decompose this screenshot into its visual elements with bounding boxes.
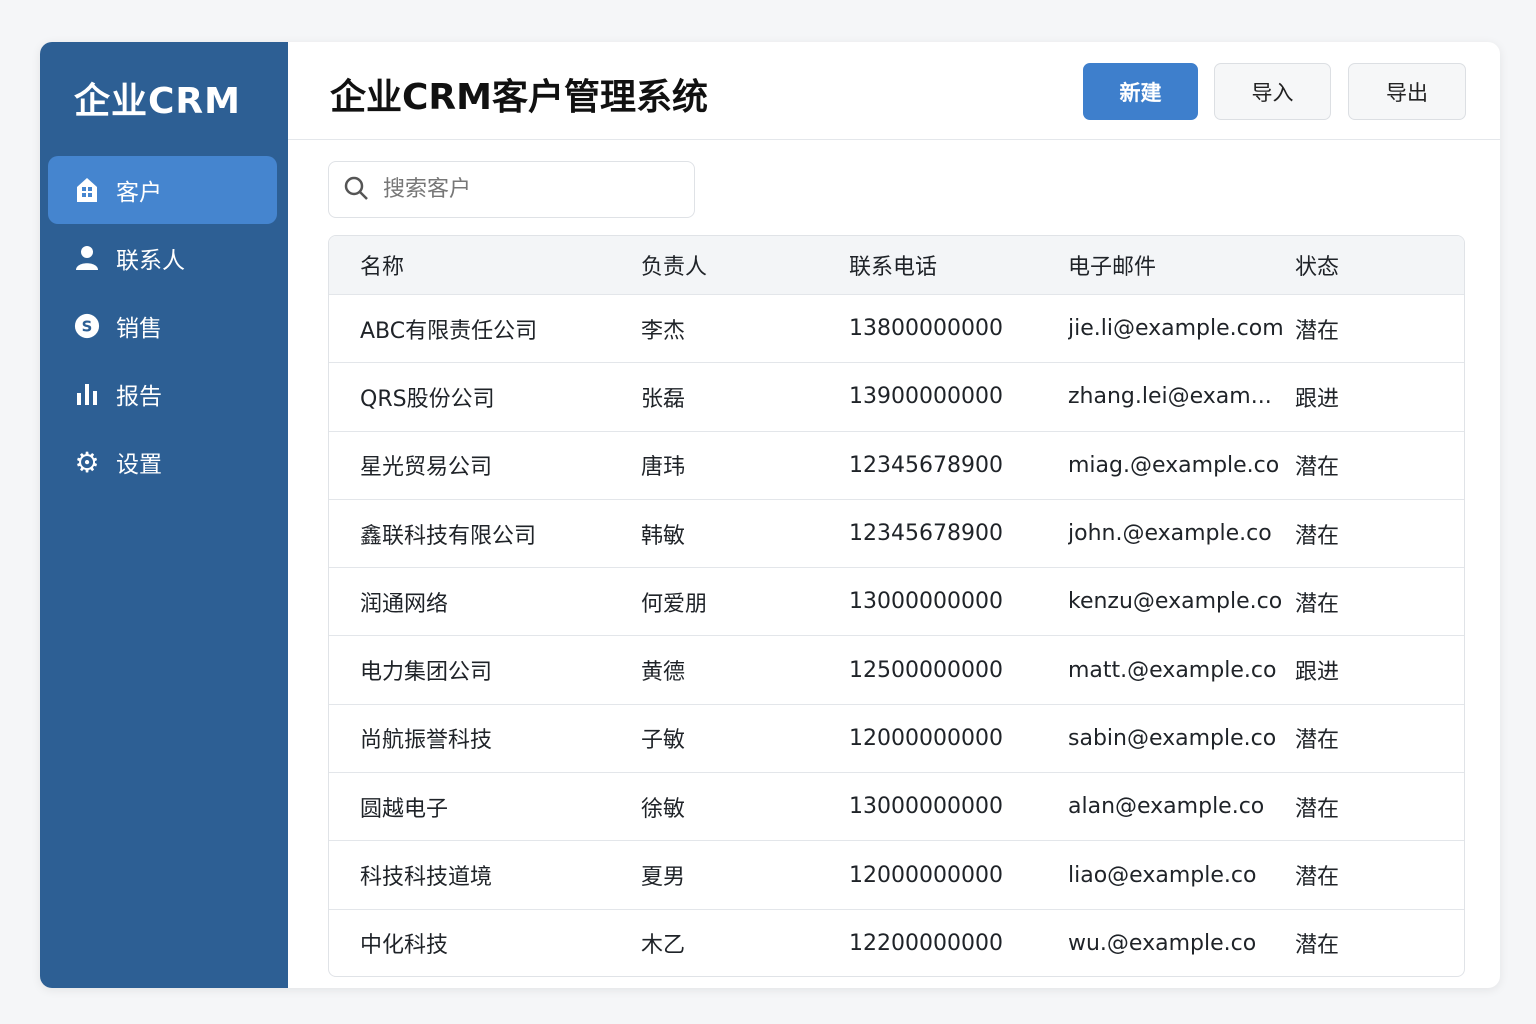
- user-icon: [74, 245, 100, 271]
- cell-phone: 12000000000: [849, 725, 1003, 751]
- sidebar-item-settings[interactable]: ⚙ 设置: [48, 428, 277, 496]
- cell-email: matt.@example.co: [1068, 657, 1277, 683]
- column-header-phone[interactable]: 联系电话: [849, 249, 1068, 281]
- cell-email: zhang.lei@exam...: [1068, 384, 1272, 410]
- gear-icon: ⚙: [74, 445, 100, 479]
- cell-phone: 12200000000: [849, 930, 1003, 956]
- cell-email: alan@example.co: [1068, 794, 1265, 820]
- sidebar-item-label: 销售: [116, 316, 162, 342]
- cell-status: 潜在: [1295, 318, 1340, 344]
- cell-name: 润通网络: [360, 591, 449, 617]
- import-button[interactable]: 导入: [1214, 63, 1331, 120]
- cell-name: 中化科技: [360, 933, 449, 959]
- cell-name: 鑫联科技有限公司: [360, 523, 537, 549]
- cell-name: 圆越电子: [360, 796, 449, 822]
- svg-text:S: S: [82, 318, 93, 336]
- export-button[interactable]: 导出: [1348, 63, 1466, 120]
- column-header-owner[interactable]: 负责人: [641, 249, 849, 281]
- sidebar-item-label: 客户: [116, 180, 162, 206]
- sidebar-item-contacts[interactable]: 联系人: [48, 224, 277, 292]
- cell-owner: 夏男: [641, 865, 686, 891]
- cell-phone: 13000000000: [849, 794, 1003, 820]
- app-window: 企业CRM 客户 联系人 S 销售 报告 ⚙ 设置 企业CRM客户管理系统 新建…: [40, 42, 1500, 988]
- cell-name: QRS股份公司: [360, 386, 495, 412]
- cell-email: miag.@example.co: [1068, 452, 1280, 478]
- sidebar-item-reports[interactable]: 报告: [48, 360, 277, 428]
- column-header-email[interactable]: 电子邮件: [1068, 249, 1295, 281]
- sidebar-item-sales[interactable]: S 销售: [48, 292, 277, 360]
- cell-name: ABC有限责任公司: [360, 318, 538, 344]
- cell-name: 尚航振誉科技: [360, 728, 493, 754]
- column-header-status[interactable]: 状态: [1295, 249, 1339, 281]
- cell-phone: 12345678900: [849, 521, 1003, 547]
- cell-phone: 12000000000: [849, 862, 1003, 888]
- table-row[interactable]: 圆越电子 徐敏 13000000000 alan@example.co 潜在: [329, 772, 1464, 840]
- cell-owner: 黄德: [641, 660, 686, 686]
- header: 企业CRM客户管理系统 新建 导入 导出: [288, 42, 1500, 140]
- cell-email: john.@example.co: [1068, 521, 1272, 547]
- cell-status: 潜在: [1295, 455, 1340, 481]
- cell-phone: 12345678900: [849, 452, 1003, 478]
- table-row[interactable]: 尚航振誉科技 子敏 12000000000 sabin@example.co 潜在: [329, 703, 1464, 772]
- cell-owner: 韩敏: [641, 523, 686, 549]
- cell-status: 跟进: [1295, 660, 1340, 686]
- table-row[interactable]: 电力集团公司 黄德 12500000000 matt.@example.co 跟进: [329, 635, 1464, 703]
- table-row[interactable]: 科技科技道境 夏男 12000000000 liao@example.co 潜在: [329, 840, 1464, 908]
- cell-status: 潜在: [1295, 523, 1340, 549]
- cell-owner: 张磊: [641, 386, 686, 412]
- cell-email: kenzu@example.co: [1068, 589, 1283, 615]
- building-icon: [74, 177, 100, 203]
- table-row[interactable]: 星光贸易公司 唐玮 12345678900 miag.@example.co 潜在: [329, 430, 1464, 499]
- sidebar-nav: 客户 联系人 S 销售 报告 ⚙ 设置: [48, 156, 277, 496]
- table-row[interactable]: 鑫联科技有限公司 韩敏 12345678900 john.@example.co 潜在: [329, 498, 1464, 567]
- search-input[interactable]: [383, 177, 673, 202]
- page-title: 企业CRM客户管理系统: [330, 77, 708, 118]
- column-header-name[interactable]: 名称: [329, 249, 641, 281]
- cell-email: liao@example.co: [1068, 862, 1257, 888]
- table-row[interactable]: 中化科技 木乙 12200000000 wu.@example.co 潜在: [329, 908, 1464, 976]
- new-button[interactable]: 新建: [1083, 63, 1198, 120]
- main-content: 企业CRM客户管理系统 新建 导入 导出 名称 负责人 联系电话 电子邮件 状态…: [288, 42, 1500, 988]
- cell-phone: 13900000000: [849, 384, 1003, 410]
- sidebar-item-label: 报告: [116, 384, 162, 410]
- cell-phone: 12500000000: [849, 657, 1003, 683]
- cell-status: 潜在: [1295, 796, 1340, 822]
- table-row[interactable]: 润通网络 何爱朋 13000000000 kenzu@example.co 潜在: [329, 567, 1464, 635]
- cell-email: wu.@example.co: [1068, 930, 1257, 956]
- cell-name: 电力集团公司: [360, 660, 493, 686]
- cell-owner: 唐玮: [641, 455, 686, 481]
- app-logo: 企业CRM: [74, 81, 241, 122]
- cell-owner: 李杰: [641, 318, 686, 344]
- cell-email: sabin@example.co: [1068, 725, 1277, 751]
- table-row[interactable]: ABC有限责任公司 李杰 13800000000 jie.li@example.com…: [329, 294, 1464, 362]
- cell-owner: 徐敏: [641, 796, 686, 822]
- cell-status: 潜在: [1295, 728, 1340, 754]
- table-header: 名称 负责人 联系电话 电子邮件 状态: [329, 236, 1464, 294]
- customer-table: 名称 负责人 联系电话 电子邮件 状态 ABC有限责任公司 李杰 138000000…: [328, 235, 1465, 977]
- sidebar-item-label: 设置: [116, 452, 162, 478]
- sidebar-item-label: 联系人: [116, 248, 185, 274]
- sidebar-item-customers[interactable]: 客户: [48, 156, 277, 224]
- cell-phone: 13000000000: [849, 589, 1003, 615]
- cell-name: 科技科技道境: [360, 865, 493, 891]
- table-row[interactable]: QRS股份公司 张磊 13900000000 zhang.lei@exam... 跟进: [329, 362, 1464, 430]
- cell-owner: 子敏: [641, 728, 686, 754]
- bar-chart-icon: [74, 381, 100, 407]
- cell-status: 潜在: [1295, 865, 1340, 891]
- cell-status: 跟进: [1295, 386, 1340, 412]
- search-icon: [343, 175, 369, 205]
- cell-email: jie.li@example.com: [1068, 316, 1284, 342]
- cell-phone: 13800000000: [849, 316, 1003, 342]
- cell-owner: 木乙: [641, 933, 686, 959]
- dollar-circle-icon: S: [74, 313, 100, 339]
- cell-status: 潜在: [1295, 591, 1340, 617]
- cell-status: 潜在: [1295, 933, 1340, 959]
- cell-owner: 何爱朋: [641, 591, 708, 617]
- cell-name: 星光贸易公司: [360, 455, 493, 481]
- search-box[interactable]: [328, 161, 695, 218]
- sidebar: 企业CRM 客户 联系人 S 销售 报告 ⚙ 设置: [40, 42, 288, 988]
